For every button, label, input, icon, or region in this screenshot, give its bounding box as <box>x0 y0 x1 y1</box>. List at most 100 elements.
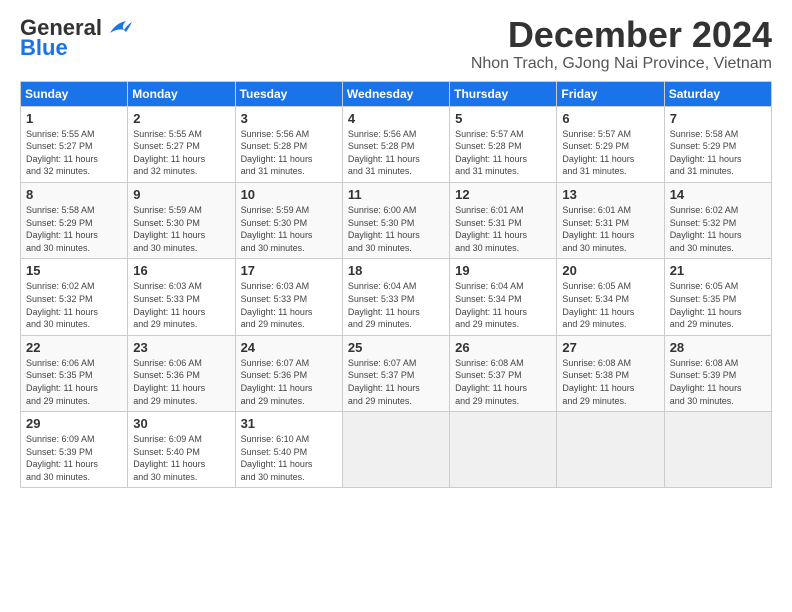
calendar-week-4: 22 Sunrise: 6:06 AM Sunset: 5:35 PM Dayli… <box>21 335 772 411</box>
calendar-cell: 16 Sunrise: 6:03 AM Sunset: 5:33 PM Dayli… <box>128 259 235 335</box>
day-info: Sunrise: 5:55 AM Sunset: 5:27 PM Dayligh… <box>26 128 122 178</box>
logo-bird-icon <box>106 18 134 38</box>
day-number: 6 <box>562 111 658 126</box>
calendar-cell: 31Sunrise: 6:10 AM Sunset: 5:40 PM Dayli… <box>235 412 342 488</box>
day-info: Sunrise: 5:55 AM Sunset: 5:27 PM Dayligh… <box>133 128 229 178</box>
calendar-week-1: 1 Sunrise: 5:55 AM Sunset: 5:27 PM Daylig… <box>21 106 772 182</box>
day-number: 30 <box>133 416 229 431</box>
day-info: Sunrise: 6:02 AM Sunset: 5:32 PM Dayligh… <box>670 204 766 254</box>
day-info: Sunrise: 5:56 AM Sunset: 5:28 PM Dayligh… <box>348 128 444 178</box>
day-info: Sunrise: 6:01 AM Sunset: 5:31 PM Dayligh… <box>562 204 658 254</box>
calendar-cell <box>664 412 771 488</box>
day-info: Sunrise: 6:05 AM Sunset: 5:34 PM Dayligh… <box>562 280 658 330</box>
title-section: December 2024 Nhon Trach, GJong Nai Prov… <box>471 15 772 73</box>
calendar-cell: 11 Sunrise: 6:00 AM Sunset: 5:30 PM Dayli… <box>342 182 449 258</box>
calendar-week-2: 8 Sunrise: 5:58 AM Sunset: 5:29 PM Daylig… <box>21 182 772 258</box>
day-info: Sunrise: 6:03 AM Sunset: 5:33 PM Dayligh… <box>241 280 337 330</box>
calendar-cell: 17 Sunrise: 6:03 AM Sunset: 5:33 PM Dayli… <box>235 259 342 335</box>
day-number: 18 <box>348 263 444 278</box>
page-header: General Blue December 2024 Nhon Trach, G… <box>20 15 772 73</box>
day-number: 14 <box>670 187 766 202</box>
day-number: 8 <box>26 187 122 202</box>
day-number: 17 <box>241 263 337 278</box>
calendar-cell: 4 Sunrise: 5:56 AM Sunset: 5:28 PM Daylig… <box>342 106 449 182</box>
calendar-cell: 5Sunrise: 5:57 AM Sunset: 5:28 PM Daylig… <box>450 106 557 182</box>
day-info: Sunrise: 6:05 AM Sunset: 5:35 PM Dayligh… <box>670 280 766 330</box>
day-info: Sunrise: 5:57 AM Sunset: 5:28 PM Dayligh… <box>455 128 551 178</box>
day-info: Sunrise: 6:07 AM Sunset: 5:37 PM Dayligh… <box>348 357 444 407</box>
day-number: 21 <box>670 263 766 278</box>
day-number: 13 <box>562 187 658 202</box>
day-number: 4 <box>348 111 444 126</box>
day-number: 7 <box>670 111 766 126</box>
calendar-cell: 29 Sunrise: 6:09 AM Sunset: 5:39 PM Dayli… <box>21 412 128 488</box>
calendar-cell: 21 Sunrise: 6:05 AM Sunset: 5:35 PM Dayli… <box>664 259 771 335</box>
calendar-header-friday: Friday <box>557 81 664 106</box>
calendar-cell <box>342 412 449 488</box>
day-number: 25 <box>348 340 444 355</box>
calendar-cell: 26Sunrise: 6:08 AM Sunset: 5:37 PM Dayli… <box>450 335 557 411</box>
calendar-week-3: 15Sunrise: 6:02 AM Sunset: 5:32 PM Dayli… <box>21 259 772 335</box>
day-number: 24 <box>241 340 337 355</box>
calendar-cell: 24 Sunrise: 6:07 AM Sunset: 5:36 PM Dayli… <box>235 335 342 411</box>
calendar-header-monday: Monday <box>128 81 235 106</box>
calendar-cell: 12Sunrise: 6:01 AM Sunset: 5:31 PM Dayli… <box>450 182 557 258</box>
calendar-cell: 1 Sunrise: 5:55 AM Sunset: 5:27 PM Daylig… <box>21 106 128 182</box>
calendar-cell: 9 Sunrise: 5:59 AM Sunset: 5:30 PM Daylig… <box>128 182 235 258</box>
day-number: 11 <box>348 187 444 202</box>
day-info: Sunrise: 6:06 AM Sunset: 5:36 PM Dayligh… <box>133 357 229 407</box>
day-info: Sunrise: 6:03 AM Sunset: 5:33 PM Dayligh… <box>133 280 229 330</box>
calendar-header-saturday: Saturday <box>664 81 771 106</box>
calendar-cell: 25 Sunrise: 6:07 AM Sunset: 5:37 PM Dayli… <box>342 335 449 411</box>
calendar-cell: 19Sunrise: 6:04 AM Sunset: 5:34 PM Dayli… <box>450 259 557 335</box>
calendar-cell: 3 Sunrise: 5:56 AM Sunset: 5:28 PM Daylig… <box>235 106 342 182</box>
calendar-cell <box>450 412 557 488</box>
calendar-header-row: SundayMondayTuesdayWednesdayThursdayFrid… <box>21 81 772 106</box>
day-info: Sunrise: 6:07 AM Sunset: 5:36 PM Dayligh… <box>241 357 337 407</box>
day-number: 1 <box>26 111 122 126</box>
calendar-cell: 10 Sunrise: 5:59 AM Sunset: 5:30 PM Dayli… <box>235 182 342 258</box>
day-number: 22 <box>26 340 122 355</box>
day-info: Sunrise: 5:59 AM Sunset: 5:30 PM Dayligh… <box>241 204 337 254</box>
day-info: Sunrise: 6:08 AM Sunset: 5:39 PM Dayligh… <box>670 357 766 407</box>
calendar-cell: 18 Sunrise: 6:04 AM Sunset: 5:33 PM Dayli… <box>342 259 449 335</box>
day-number: 29 <box>26 416 122 431</box>
calendar-cell: 15Sunrise: 6:02 AM Sunset: 5:32 PM Dayli… <box>21 259 128 335</box>
calendar-header-tuesday: Tuesday <box>235 81 342 106</box>
day-info: Sunrise: 5:56 AM Sunset: 5:28 PM Dayligh… <box>241 128 337 178</box>
day-info: Sunrise: 6:08 AM Sunset: 5:37 PM Dayligh… <box>455 357 551 407</box>
calendar-cell: 30 Sunrise: 6:09 AM Sunset: 5:40 PM Dayli… <box>128 412 235 488</box>
day-number: 12 <box>455 187 551 202</box>
calendar-header-sunday: Sunday <box>21 81 128 106</box>
day-number: 2 <box>133 111 229 126</box>
calendar-week-5: 29 Sunrise: 6:09 AM Sunset: 5:39 PM Dayli… <box>21 412 772 488</box>
calendar-cell: 7Sunrise: 5:58 AM Sunset: 5:29 PM Daylig… <box>664 106 771 182</box>
calendar-cell: 28Sunrise: 6:08 AM Sunset: 5:39 PM Dayli… <box>664 335 771 411</box>
day-number: 16 <box>133 263 229 278</box>
logo: General Blue <box>20 15 134 61</box>
day-number: 23 <box>133 340 229 355</box>
calendar-cell: 8 Sunrise: 5:58 AM Sunset: 5:29 PM Daylig… <box>21 182 128 258</box>
day-number: 3 <box>241 111 337 126</box>
day-info: Sunrise: 6:02 AM Sunset: 5:32 PM Dayligh… <box>26 280 122 330</box>
calendar-cell: 6Sunrise: 5:57 AM Sunset: 5:29 PM Daylig… <box>557 106 664 182</box>
day-info: Sunrise: 6:04 AM Sunset: 5:33 PM Dayligh… <box>348 280 444 330</box>
day-info: Sunrise: 5:59 AM Sunset: 5:30 PM Dayligh… <box>133 204 229 254</box>
day-number: 10 <box>241 187 337 202</box>
day-info: Sunrise: 5:58 AM Sunset: 5:29 PM Dayligh… <box>26 204 122 254</box>
day-info: Sunrise: 6:06 AM Sunset: 5:35 PM Dayligh… <box>26 357 122 407</box>
day-info: Sunrise: 6:00 AM Sunset: 5:30 PM Dayligh… <box>348 204 444 254</box>
day-info: Sunrise: 6:09 AM Sunset: 5:40 PM Dayligh… <box>133 433 229 483</box>
day-info: Sunrise: 6:09 AM Sunset: 5:39 PM Dayligh… <box>26 433 122 483</box>
calendar-cell <box>557 412 664 488</box>
calendar-cell: 27Sunrise: 6:08 AM Sunset: 5:38 PM Dayli… <box>557 335 664 411</box>
calendar-header-wednesday: Wednesday <box>342 81 449 106</box>
calendar-header-thursday: Thursday <box>450 81 557 106</box>
day-number: 19 <box>455 263 551 278</box>
day-number: 20 <box>562 263 658 278</box>
calendar-cell: 2 Sunrise: 5:55 AM Sunset: 5:27 PM Daylig… <box>128 106 235 182</box>
page-title: December 2024 <box>471 15 772 55</box>
page-subtitle: Nhon Trach, GJong Nai Province, Vietnam <box>471 55 772 73</box>
day-number: 9 <box>133 187 229 202</box>
calendar-cell: 22 Sunrise: 6:06 AM Sunset: 5:35 PM Dayli… <box>21 335 128 411</box>
